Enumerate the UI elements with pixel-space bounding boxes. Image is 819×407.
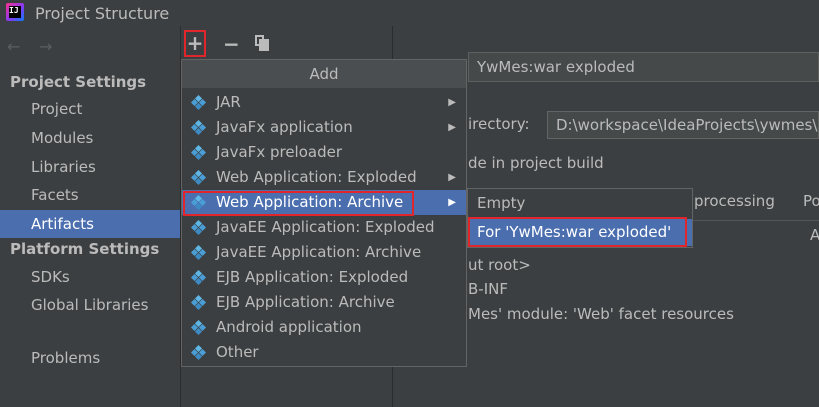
forward-arrow-icon[interactable]: → xyxy=(39,37,52,56)
tab-po[interactable]: Po xyxy=(803,192,819,210)
menu-item-label: Other xyxy=(216,343,259,361)
intellij-app-icon: IJ xyxy=(6,3,24,21)
tree-item-web-inf[interactable]: B-INF xyxy=(468,280,508,298)
menu-item-javafx-application[interactable]: JavaFx application ▶ xyxy=(182,115,466,140)
menu-item-other[interactable]: Other xyxy=(182,340,466,365)
nav-item-sdks[interactable]: SDKs xyxy=(0,263,180,291)
add-button[interactable]: + xyxy=(184,30,206,57)
window-title: Project Structure xyxy=(35,4,170,23)
highlight-box-web-archive xyxy=(183,191,414,216)
menu-item-label: JAR xyxy=(216,93,241,111)
available-elements-header: A xyxy=(810,226,819,244)
submenu-arrow-icon: ▶ xyxy=(448,122,456,133)
include-in-build-checkbox-label[interactable]: de in project build xyxy=(468,154,604,172)
copy-icon[interactable] xyxy=(255,35,269,51)
ear-artifact-icon xyxy=(190,219,207,236)
nav-item-global-libraries[interactable]: Global Libraries xyxy=(0,291,180,319)
menu-item-javaee-application-archive[interactable]: JavaEE Application: Archive xyxy=(182,240,466,265)
artifact-name-field[interactable]: YwMes:war exploded xyxy=(468,52,819,82)
nav-item-project[interactable]: Project xyxy=(0,95,180,123)
menu-item-android-application[interactable]: Android application xyxy=(182,315,466,340)
menu-item-label: JavaFx application xyxy=(216,118,353,136)
menu-item-label: EJB Application: Exploded xyxy=(216,268,409,286)
menu-item-label: Web Application: Exploded xyxy=(216,168,417,186)
menu-item-web-application-exploded[interactable]: Web Application: Exploded ▶ xyxy=(182,165,466,190)
ejb-artifact-icon xyxy=(190,294,207,311)
artifact-icon xyxy=(190,144,207,161)
highlight-box-for-war-exploded xyxy=(468,217,687,247)
artifact-icon xyxy=(190,344,207,361)
tree-item-web-facet-resources[interactable]: Mes' module: 'Web' facet resources xyxy=(468,305,734,323)
submenu-item-empty[interactable]: Empty xyxy=(468,190,692,217)
output-directory-field[interactable]: D:\workspace\IdeaProjects\ywmes\o xyxy=(547,111,819,139)
output-directory-label: irectory: xyxy=(468,115,530,133)
nav-item-libraries[interactable]: Libraries xyxy=(0,153,180,181)
back-arrow-icon[interactable]: ← xyxy=(7,37,20,56)
ejb-artifact-icon xyxy=(190,269,207,286)
menu-item-label: EJB Application: Archive xyxy=(216,293,395,311)
nav-item-modules[interactable]: Modules xyxy=(0,124,180,152)
submenu-arrow-icon: ▶ xyxy=(448,172,456,183)
artifact-icon xyxy=(190,319,207,336)
nav-item-problems[interactable]: Problems xyxy=(0,344,180,372)
menu-item-ejb-application-archive[interactable]: EJB Application: Archive xyxy=(182,290,466,315)
ear-artifact-icon xyxy=(190,244,207,261)
platform-settings-heading: Platform Settings xyxy=(10,240,160,258)
menu-item-label: JavaFx preloader xyxy=(216,143,342,161)
menu-item-label: Android application xyxy=(216,318,362,336)
popup-title: Add xyxy=(182,60,466,88)
menu-item-label: JavaEE Application: Exploded xyxy=(216,218,435,236)
menu-item-ejb-application-exploded[interactable]: EJB Application: Exploded xyxy=(182,265,466,290)
artifact-icon xyxy=(190,119,207,136)
project-settings-heading: Project Settings xyxy=(10,73,147,91)
tree-item-output-root[interactable]: ut root> xyxy=(468,256,531,274)
menu-item-javaee-application-exploded[interactable]: JavaEE Application: Exploded xyxy=(182,215,466,240)
submenu-arrow-icon: ▶ xyxy=(448,97,456,108)
tab-post-processing[interactable]: processing xyxy=(694,192,775,210)
web-artifact-icon xyxy=(190,169,207,186)
menu-item-jar[interactable]: JAR ▶ xyxy=(182,90,466,115)
submenu-arrow-icon: ▶ xyxy=(448,197,456,208)
artifact-icon xyxy=(190,94,207,111)
menu-item-label: JavaEE Application: Archive xyxy=(216,243,422,261)
menu-item-javafx-preloader[interactable]: JavaFx preloader xyxy=(182,140,466,165)
remove-button[interactable]: − xyxy=(223,32,240,56)
nav-item-artifacts[interactable]: Artifacts xyxy=(0,210,180,238)
nav-item-facets[interactable]: Facets xyxy=(0,181,180,209)
